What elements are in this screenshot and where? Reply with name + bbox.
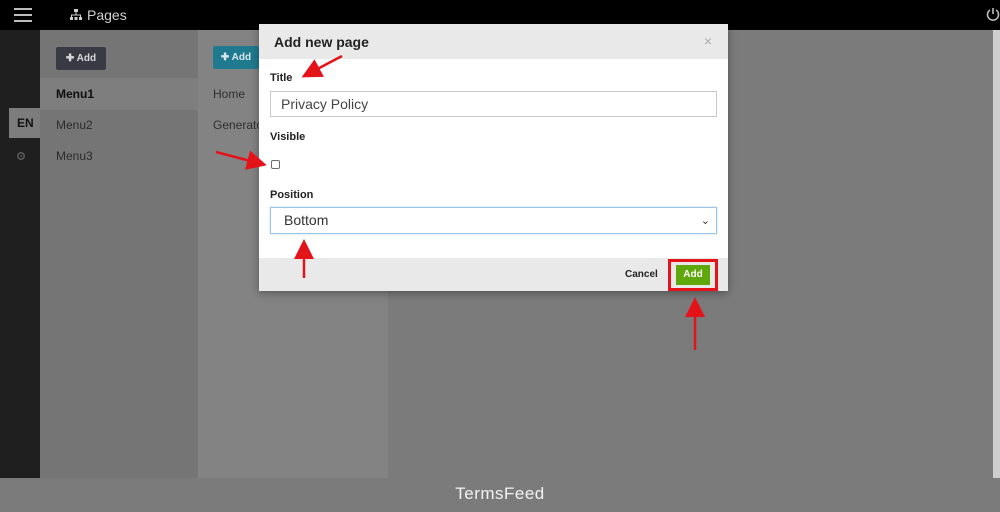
position-select-value: Bottom <box>284 212 329 228</box>
visible-label: Visible <box>270 131 306 143</box>
power-icon[interactable] <box>986 6 1000 22</box>
app-title: Pages <box>70 7 127 23</box>
app-title-label: Pages <box>87 7 127 23</box>
add-menu-button[interactable]: ✚ Add <box>56 47 106 70</box>
title-input[interactable]: Privacy Policy <box>270 91 717 117</box>
page-item-home[interactable]: Home <box>213 87 245 101</box>
scrollbar[interactable] <box>993 30 1000 478</box>
chevron-down-icon: ⌄ <box>700 215 710 227</box>
menu-item-menu1[interactable]: Menu1 <box>40 78 198 110</box>
menu-item-menu2[interactable]: Menu2 <box>40 109 198 141</box>
plus-icon: ✚ <box>220 52 230 63</box>
add-button[interactable]: Add <box>676 265 710 285</box>
close-icon[interactable]: × <box>704 33 712 49</box>
add-button-highlight: Add <box>668 259 718 291</box>
dialog-title: Add new page <box>274 34 369 50</box>
menu-item-menu3[interactable]: Menu3 <box>40 140 198 172</box>
left-rail: EN <box>0 30 40 478</box>
title-label: Title <box>270 72 293 84</box>
dialog-footer: Cancel Add <box>259 258 728 291</box>
page-item-generator[interactable]: Generato <box>213 118 263 132</box>
sitemap-icon <box>70 9 82 21</box>
position-select[interactable]: Bottom ⌄ <box>270 207 717 234</box>
cancel-button[interactable]: Cancel <box>625 269 658 280</box>
visible-checkbox[interactable] <box>271 160 280 169</box>
gear-icon[interactable] <box>16 148 26 161</box>
position-label: Position <box>270 189 314 201</box>
dialog-header: Add new page × <box>259 24 728 59</box>
footer-brand: TermsFeed <box>0 478 1000 512</box>
add-page-dialog: Add new page × Title Privacy Policy Visi… <box>259 24 728 291</box>
plus-icon: ✚ <box>65 53 75 64</box>
language-tab-en[interactable]: EN <box>9 108 40 138</box>
add-page-button[interactable]: ✚ Add <box>213 46 259 69</box>
menus-column: ✚ Add Menu1 Menu2 Menu3 <box>40 30 198 478</box>
hamburger-menu-icon[interactable] <box>14 8 32 22</box>
